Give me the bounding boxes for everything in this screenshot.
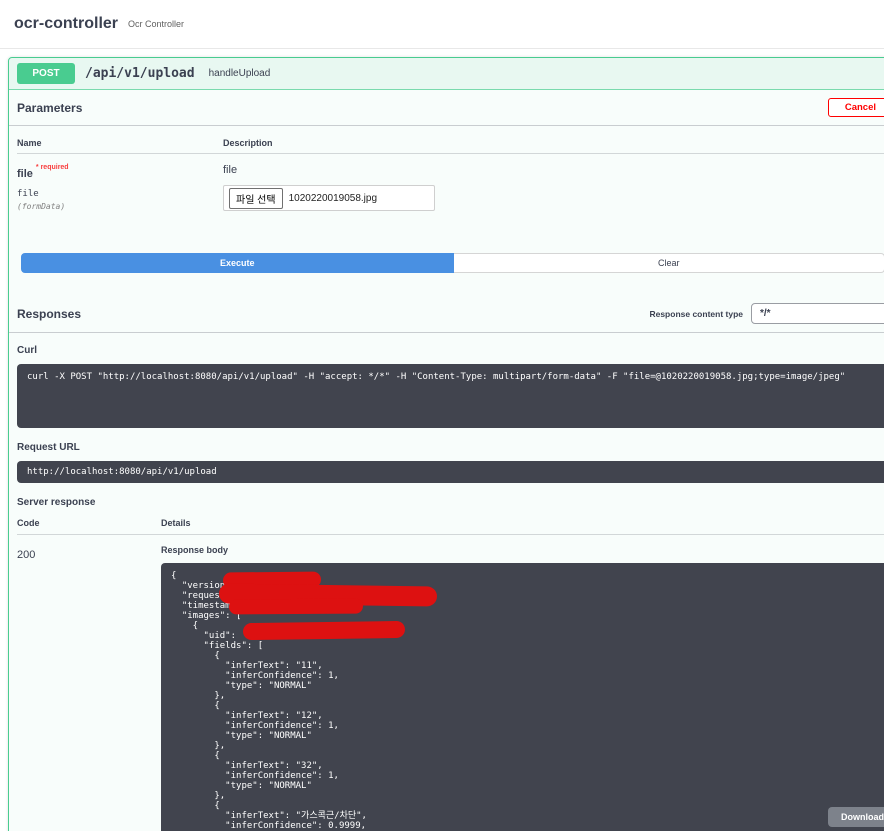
controller-title: ocr-controller xyxy=(14,15,119,32)
column-header-details: Details xyxy=(161,518,191,528)
server-response-row: 200 Response body { "version": "requestI… xyxy=(17,535,884,831)
clear-button[interactable]: Clear xyxy=(453,253,884,273)
parameter-name: file xyxy=(17,168,33,180)
file-upload-input[interactable]: 파일 선택 1020220019058.jpg xyxy=(223,185,435,211)
required-marker: * required xyxy=(35,164,69,171)
http-method-badge: POST xyxy=(17,63,75,84)
responses-body: Curl curl -X POST "http://localhost:8080… xyxy=(9,333,884,831)
request-url-label: Request URL xyxy=(17,442,80,453)
response-body-wrapper: { "version": "requestId": "timestamp": "… xyxy=(161,563,884,831)
endpoint-summary: handleUpload xyxy=(208,68,271,79)
response-details-cell: Response body { "version": "requestId": … xyxy=(161,545,884,831)
parameters-title: Parameters xyxy=(17,100,83,115)
curl-label: Curl xyxy=(17,345,37,356)
controller-header: ocr-controller Ocr Controller xyxy=(0,0,884,49)
download-button[interactable]: Download xyxy=(828,807,884,827)
parameter-type: file xyxy=(17,189,39,199)
cancel-button[interactable]: Cancel xyxy=(827,98,884,117)
content-type-select[interactable]: */* xyxy=(751,303,884,324)
redaction-scribble-uid xyxy=(242,620,406,641)
parameter-name-cell: file* required file (formData) xyxy=(17,164,223,211)
parameters-table: Name Description file* required file (fo… xyxy=(9,126,884,233)
request-url-value: http://localhost:8080/api/v1/upload xyxy=(17,461,884,483)
column-header-name: Name xyxy=(17,138,42,148)
parameter-location: (formData) xyxy=(17,202,66,211)
parameter-description-cell: file 파일 선택 1020220019058.jpg xyxy=(223,164,884,211)
controller-subtitle: Ocr Controller xyxy=(128,19,185,29)
responses-header: Responses Response content type */* xyxy=(9,295,884,333)
column-header-code: Code xyxy=(17,518,40,528)
parameter-row-file: file* required file (formData) file 파일 선… xyxy=(17,154,884,233)
redaction-scribble-timestamp xyxy=(228,598,364,615)
file-select-button[interactable]: 파일 선택 xyxy=(229,187,283,209)
status-code: 200 xyxy=(17,549,36,561)
endpoint-path: /api/v1/upload xyxy=(85,66,195,81)
server-response-label: Server response xyxy=(17,497,96,508)
server-response-table-head: Code Details xyxy=(17,518,884,535)
curl-command-block[interactable]: curl -X POST "http://localhost:8080/api/… xyxy=(17,364,884,428)
opblock-post-upload: POST /api/v1/upload handleUpload Paramet… xyxy=(8,57,884,831)
content-type-group: Response content type */* xyxy=(649,303,884,324)
opblock-summary[interactable]: POST /api/v1/upload handleUpload xyxy=(9,58,884,90)
swagger-page: ocr-controller Ocr Controller POST /api/… xyxy=(0,0,884,831)
execute-button[interactable]: Execute xyxy=(21,253,454,273)
parameters-table-head: Name Description xyxy=(17,126,884,154)
parameters-header: Parameters Cancel xyxy=(9,90,884,126)
response-body-label: Response body xyxy=(161,545,229,555)
execute-row: Execute Clear xyxy=(21,253,884,273)
column-header-description: Description xyxy=(223,138,273,148)
content-type-label: Response content type xyxy=(649,308,743,319)
responses-title: Responses xyxy=(17,306,82,321)
selected-filename: 1020220019058.jpg xyxy=(288,192,378,204)
parameter-description: file xyxy=(223,164,238,176)
